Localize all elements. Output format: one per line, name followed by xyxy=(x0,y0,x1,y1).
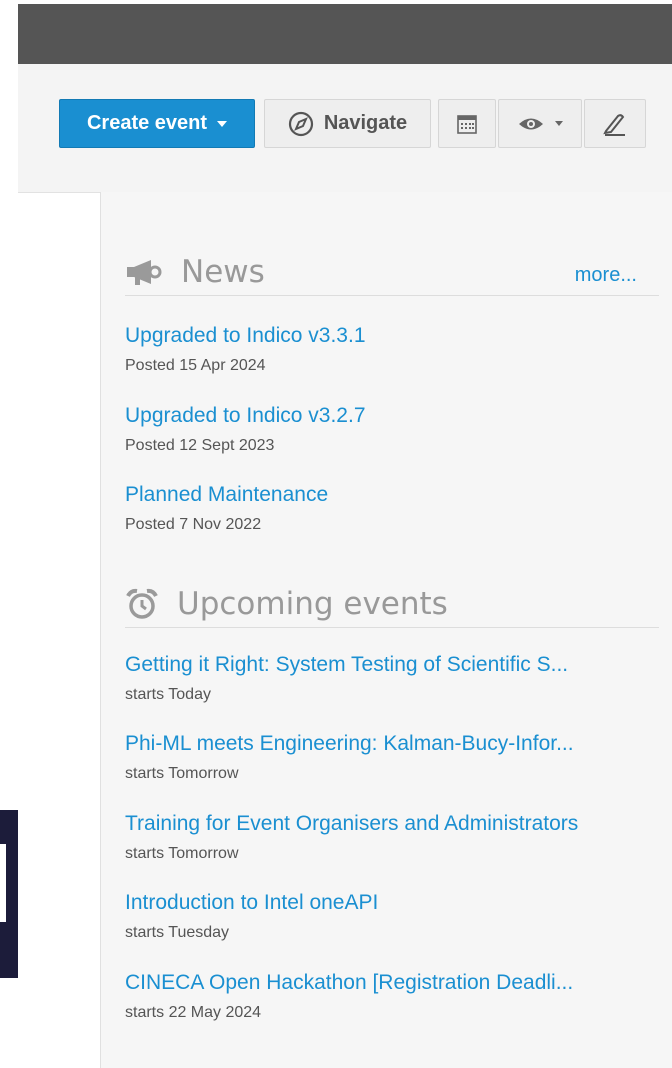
news-item-date: Posted 12 Sept 2023 xyxy=(125,437,275,454)
toolbar: Create event Navigate xyxy=(18,64,672,193)
alarm-clock-icon xyxy=(126,588,158,619)
news-header: News more... xyxy=(125,249,659,296)
navigate-label: Navigate xyxy=(323,112,408,134)
create-event-label: Create event xyxy=(86,112,208,134)
event-title[interactable]: Phi-ML meets Engineering: Kalman-Bucy-In… xyxy=(125,732,659,756)
event-item: Phi-ML meets Engineering: Kalman-Bucy-In… xyxy=(125,732,665,783)
upcoming-events-header: Upcoming events xyxy=(125,581,659,628)
main-content: News more... Upgraded to Indico v3.3.1 P… xyxy=(100,192,672,1068)
event-title[interactable]: Introduction to Intel oneAPI xyxy=(125,891,659,915)
navigate-button[interactable]: Navigate xyxy=(264,99,431,148)
calendar-icon xyxy=(457,114,477,134)
news-item: Upgraded to Indico v3.3.1 Posted 15 Apr … xyxy=(125,324,665,375)
chevron-down-icon xyxy=(217,120,228,127)
news-more-link[interactable]: more... xyxy=(575,264,637,287)
event-item: Introduction to Intel oneAPI starts Tues… xyxy=(125,891,665,942)
news-item: Planned Maintenance Posted 7 Nov 2022 xyxy=(125,483,665,534)
event-start: starts Tomorrow xyxy=(125,845,239,862)
view-options-button[interactable] xyxy=(498,99,582,148)
event-item: Training for Event Organisers and Admini… xyxy=(125,812,665,863)
event-start: starts 22 May 2024 xyxy=(125,1004,262,1021)
news-title: News xyxy=(181,254,265,290)
event-title[interactable]: Training for Event Organisers and Admini… xyxy=(125,812,659,836)
event-start: starts Today xyxy=(125,686,211,703)
news-item-title[interactable]: Upgraded to Indico v3.3.1 xyxy=(125,324,659,348)
event-start: starts Tuesday xyxy=(125,924,230,941)
event-title[interactable]: Getting it Right: System Testing of Scie… xyxy=(125,653,659,677)
side-dark-panel xyxy=(0,810,18,978)
news-item-title[interactable]: Planned Maintenance xyxy=(125,483,659,507)
news-item: Upgraded to Indico v3.2.7 Posted 12 Sept… xyxy=(125,404,665,455)
event-start: starts Tomorrow xyxy=(125,765,239,782)
upcoming-events-title: Upcoming events xyxy=(177,586,448,622)
edit-button[interactable] xyxy=(584,99,646,148)
news-item-date: Posted 15 Apr 2024 xyxy=(125,357,266,374)
calendar-button[interactable] xyxy=(438,99,496,148)
top-header-bar xyxy=(18,4,672,64)
eye-icon xyxy=(519,118,543,129)
compass-icon xyxy=(288,111,313,136)
news-item-title[interactable]: Upgraded to Indico v3.2.7 xyxy=(125,404,659,428)
chevron-down-icon xyxy=(555,121,563,126)
event-item: CINECA Open Hackathon [Registration Dead… xyxy=(125,971,665,1022)
event-item: Getting it Right: System Testing of Scie… xyxy=(125,653,665,704)
pen-icon xyxy=(603,113,625,136)
megaphone-icon xyxy=(127,260,162,285)
news-item-date: Posted 7 Nov 2022 xyxy=(125,516,262,533)
event-title[interactable]: CINECA Open Hackathon [Registration Dead… xyxy=(125,971,659,995)
create-event-button[interactable]: Create event xyxy=(59,99,255,148)
